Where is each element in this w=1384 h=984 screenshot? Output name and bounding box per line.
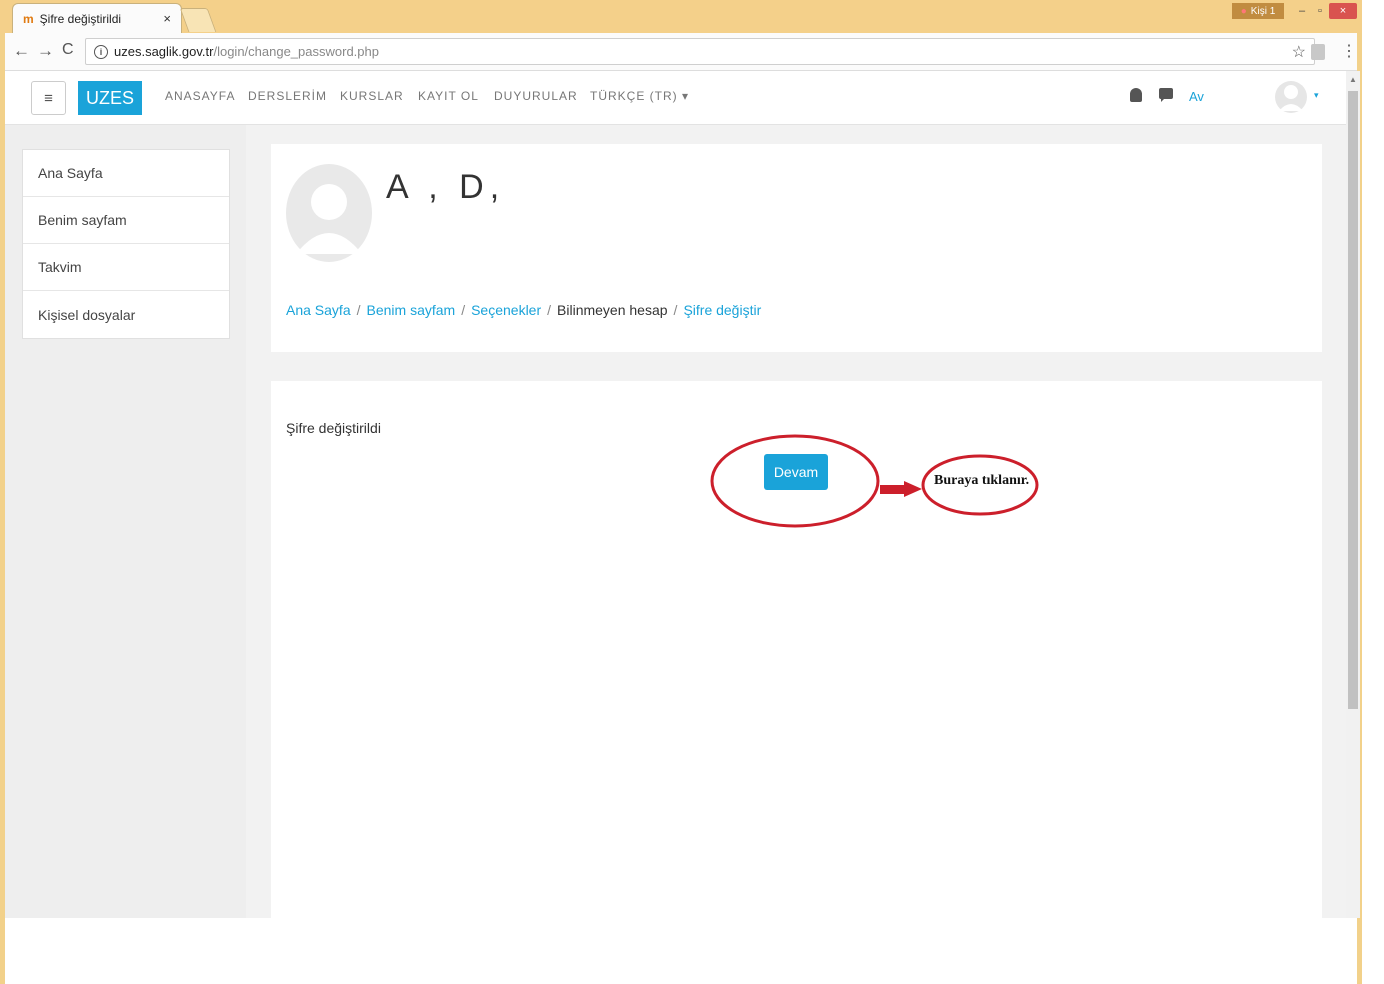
nav-link-kurslar[interactable]: KURSLAR bbox=[340, 89, 404, 103]
breadcrumb-item-ana-sayfa[interactable]: Ana Sayfa bbox=[286, 302, 351, 318]
nav-link-kayit-ol[interactable]: KAYIT OL bbox=[418, 89, 479, 103]
breadcrumb-item-secenekler[interactable]: Seçenekler bbox=[471, 302, 541, 318]
extension-icon[interactable] bbox=[1311, 44, 1325, 60]
message-icon[interactable] bbox=[1159, 88, 1173, 102]
left-column: Ana Sayfa Benim sayfam Takvim Kişisel do… bbox=[5, 125, 246, 918]
maximize-button[interactable]: ▫ bbox=[1312, 3, 1328, 19]
breadcrumb-separator: / bbox=[356, 302, 361, 318]
address-bar: ← → C i uzes.saglik.gov.tr /login/change… bbox=[5, 33, 1357, 71]
page-header: A , D, Ana Sayfa / Benim sayfam / Seçene… bbox=[271, 144, 1322, 352]
breadcrumb-item-bilinmeyen-hesap: Bilinmeyen hesap bbox=[557, 302, 668, 318]
profile-button[interactable]: ● Kişi 1 bbox=[1232, 3, 1284, 19]
notification-bell-icon[interactable] bbox=[1130, 88, 1142, 102]
page-title: A , D, bbox=[386, 168, 506, 206]
user-menu-caret-icon[interactable]: ▾ bbox=[1314, 90, 1319, 101]
title-bar: m Şifre değiştirildi × ● Kişi 1 – ▫ × bbox=[0, 0, 1362, 33]
sidebar-item-kisisel-dosyalar[interactable]: Kişisel dosyalar bbox=[23, 291, 229, 338]
moodle-favicon-icon: m bbox=[23, 11, 34, 26]
page-viewport: ≡ UZES ANASAYFA DERSLERİM KURSLAR KAYIT … bbox=[5, 71, 1346, 918]
profile-icon: ● bbox=[1240, 5, 1247, 17]
sidebar-item-takvim[interactable]: Takvim bbox=[23, 244, 229, 291]
user-name[interactable]: Av bbox=[1189, 89, 1204, 104]
window-close-button[interactable]: × bbox=[1329, 3, 1357, 19]
nav-link-anasayfa[interactable]: ANASAYFA bbox=[165, 89, 235, 103]
continue-button[interactable]: Devam bbox=[764, 454, 828, 490]
profile-avatar bbox=[286, 164, 372, 262]
left-navigation: Ana Sayfa Benim sayfam Takvim Kişisel do… bbox=[22, 149, 230, 339]
info-icon[interactable]: i bbox=[94, 44, 108, 59]
site-navbar: ≡ UZES ANASAYFA DERSLERİM KURSLAR KAYIT … bbox=[5, 71, 1346, 125]
main-content: Şifre değiştirildi Devam bbox=[271, 381, 1322, 918]
reload-icon[interactable]: C bbox=[62, 41, 74, 59]
back-arrow-icon[interactable]: ← bbox=[13, 41, 30, 61]
browser-tab[interactable]: m Şifre değiştirildi × bbox=[12, 3, 182, 33]
bookmark-star-icon[interactable]: ☆ bbox=[1292, 42, 1306, 62]
sidebar-item-ana-sayfa[interactable]: Ana Sayfa bbox=[23, 150, 229, 197]
user-avatar[interactable] bbox=[1275, 79, 1307, 115]
site-brand[interactable]: UZES bbox=[78, 81, 142, 115]
status-message: Şifre değiştirildi bbox=[286, 420, 381, 436]
window-bottom-area bbox=[5, 918, 1357, 984]
nav-link-duyurular[interactable]: DUYURULAR bbox=[494, 89, 578, 103]
url-input[interactable]: i uzes.saglik.gov.tr /login/change_passw… bbox=[85, 38, 1315, 65]
scroll-up-arrow-icon[interactable]: ▲ bbox=[1349, 75, 1357, 84]
tab-title: Şifre değiştirildi bbox=[39, 11, 122, 26]
page-scrollbar[interactable]: ▲ bbox=[1346, 71, 1360, 918]
forward-arrow-icon[interactable]: → bbox=[37, 41, 54, 61]
url-host: uzes.saglik.gov.tr bbox=[114, 44, 214, 59]
minimize-button[interactable]: – bbox=[1294, 3, 1310, 19]
breadcrumb-separator: / bbox=[547, 302, 552, 318]
annotation-label: Buraya tıklanır. bbox=[934, 473, 1030, 488]
tab-close-icon[interactable]: × bbox=[163, 11, 171, 26]
language-dropdown[interactable]: TÜRKÇE (TR) ▾ bbox=[590, 89, 689, 103]
profile-label: Kişi 1 bbox=[1250, 5, 1276, 17]
new-tab-button[interactable] bbox=[179, 8, 217, 32]
scrollbar-thumb[interactable] bbox=[1348, 91, 1358, 709]
browser-menu-icon[interactable]: ⋮ bbox=[1341, 41, 1357, 61]
breadcrumb-separator: / bbox=[461, 302, 466, 318]
sidebar-item-benim-sayfam[interactable]: Benim sayfam bbox=[23, 197, 229, 244]
breadcrumb-item-sifre-degistir[interactable]: Şifre değiştir bbox=[683, 302, 761, 318]
breadcrumb-item-benim-sayfam[interactable]: Benim sayfam bbox=[367, 302, 456, 318]
breadcrumb: Ana Sayfa / Benim sayfam / Seçenekler / … bbox=[286, 302, 761, 318]
url-path: /login/change_password.php bbox=[213, 44, 379, 59]
nav-link-derslerim[interactable]: DERSLERİM bbox=[248, 89, 327, 103]
breadcrumb-separator: / bbox=[673, 302, 678, 318]
hamburger-menu-icon[interactable]: ≡ bbox=[31, 81, 66, 115]
